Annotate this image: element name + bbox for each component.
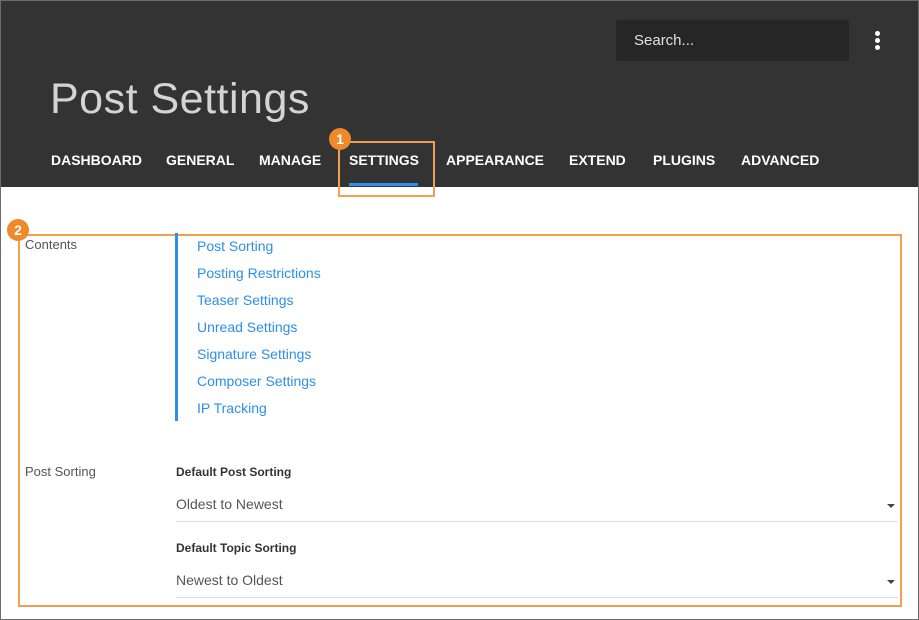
toc-link-ip-tracking[interactable]: IP Tracking: [197, 400, 267, 416]
tab-extend[interactable]: EXTEND: [569, 152, 626, 168]
search-box[interactable]: [616, 20, 849, 61]
post-sorting-label: Post Sorting: [25, 464, 96, 479]
tab-advanced[interactable]: ADVANCED: [741, 152, 819, 168]
caret-down-icon: [887, 504, 895, 508]
page-title: Post Settings: [50, 75, 310, 123]
default-topic-sorting-value: Newest to Oldest: [176, 572, 283, 588]
tab-dashboard[interactable]: DASHBOARD: [51, 152, 142, 168]
contents-label: Contents: [25, 237, 78, 252]
toc-link-posting-restrictions[interactable]: Posting Restrictions: [197, 265, 321, 281]
contents-nav-bar: [175, 233, 178, 421]
toc-link-unread-settings[interactable]: Unread Settings: [197, 319, 297, 335]
default-topic-sorting-label: Default Topic Sorting: [176, 541, 297, 555]
toc-link-signature-settings[interactable]: Signature Settings: [197, 346, 311, 362]
annotation-box-2: [18, 234, 902, 607]
tab-general[interactable]: GENERAL: [166, 152, 234, 168]
tab-manage[interactable]: MANAGE: [259, 152, 321, 168]
annotation-badge-1: 1: [329, 128, 351, 150]
default-topic-sorting-select[interactable]: Newest to Oldest: [176, 566, 898, 598]
tab-plugins[interactable]: PLUGINS: [653, 152, 715, 168]
toc-link-composer-settings[interactable]: Composer Settings: [197, 373, 316, 389]
caret-down-icon: [887, 580, 895, 584]
default-post-sorting-label: Default Post Sorting: [176, 465, 292, 479]
default-post-sorting-value: Oldest to Newest: [176, 496, 283, 512]
toc-link-post-sorting[interactable]: Post Sorting: [197, 238, 273, 254]
tab-appearance[interactable]: APPEARANCE: [446, 152, 544, 168]
toc-link-teaser-settings[interactable]: Teaser Settings: [197, 292, 294, 308]
more-vertical-icon[interactable]: [867, 29, 889, 53]
search-input[interactable]: [616, 20, 849, 61]
default-post-sorting-select[interactable]: Oldest to Newest: [176, 490, 898, 522]
annotation-box-1: [338, 141, 435, 197]
